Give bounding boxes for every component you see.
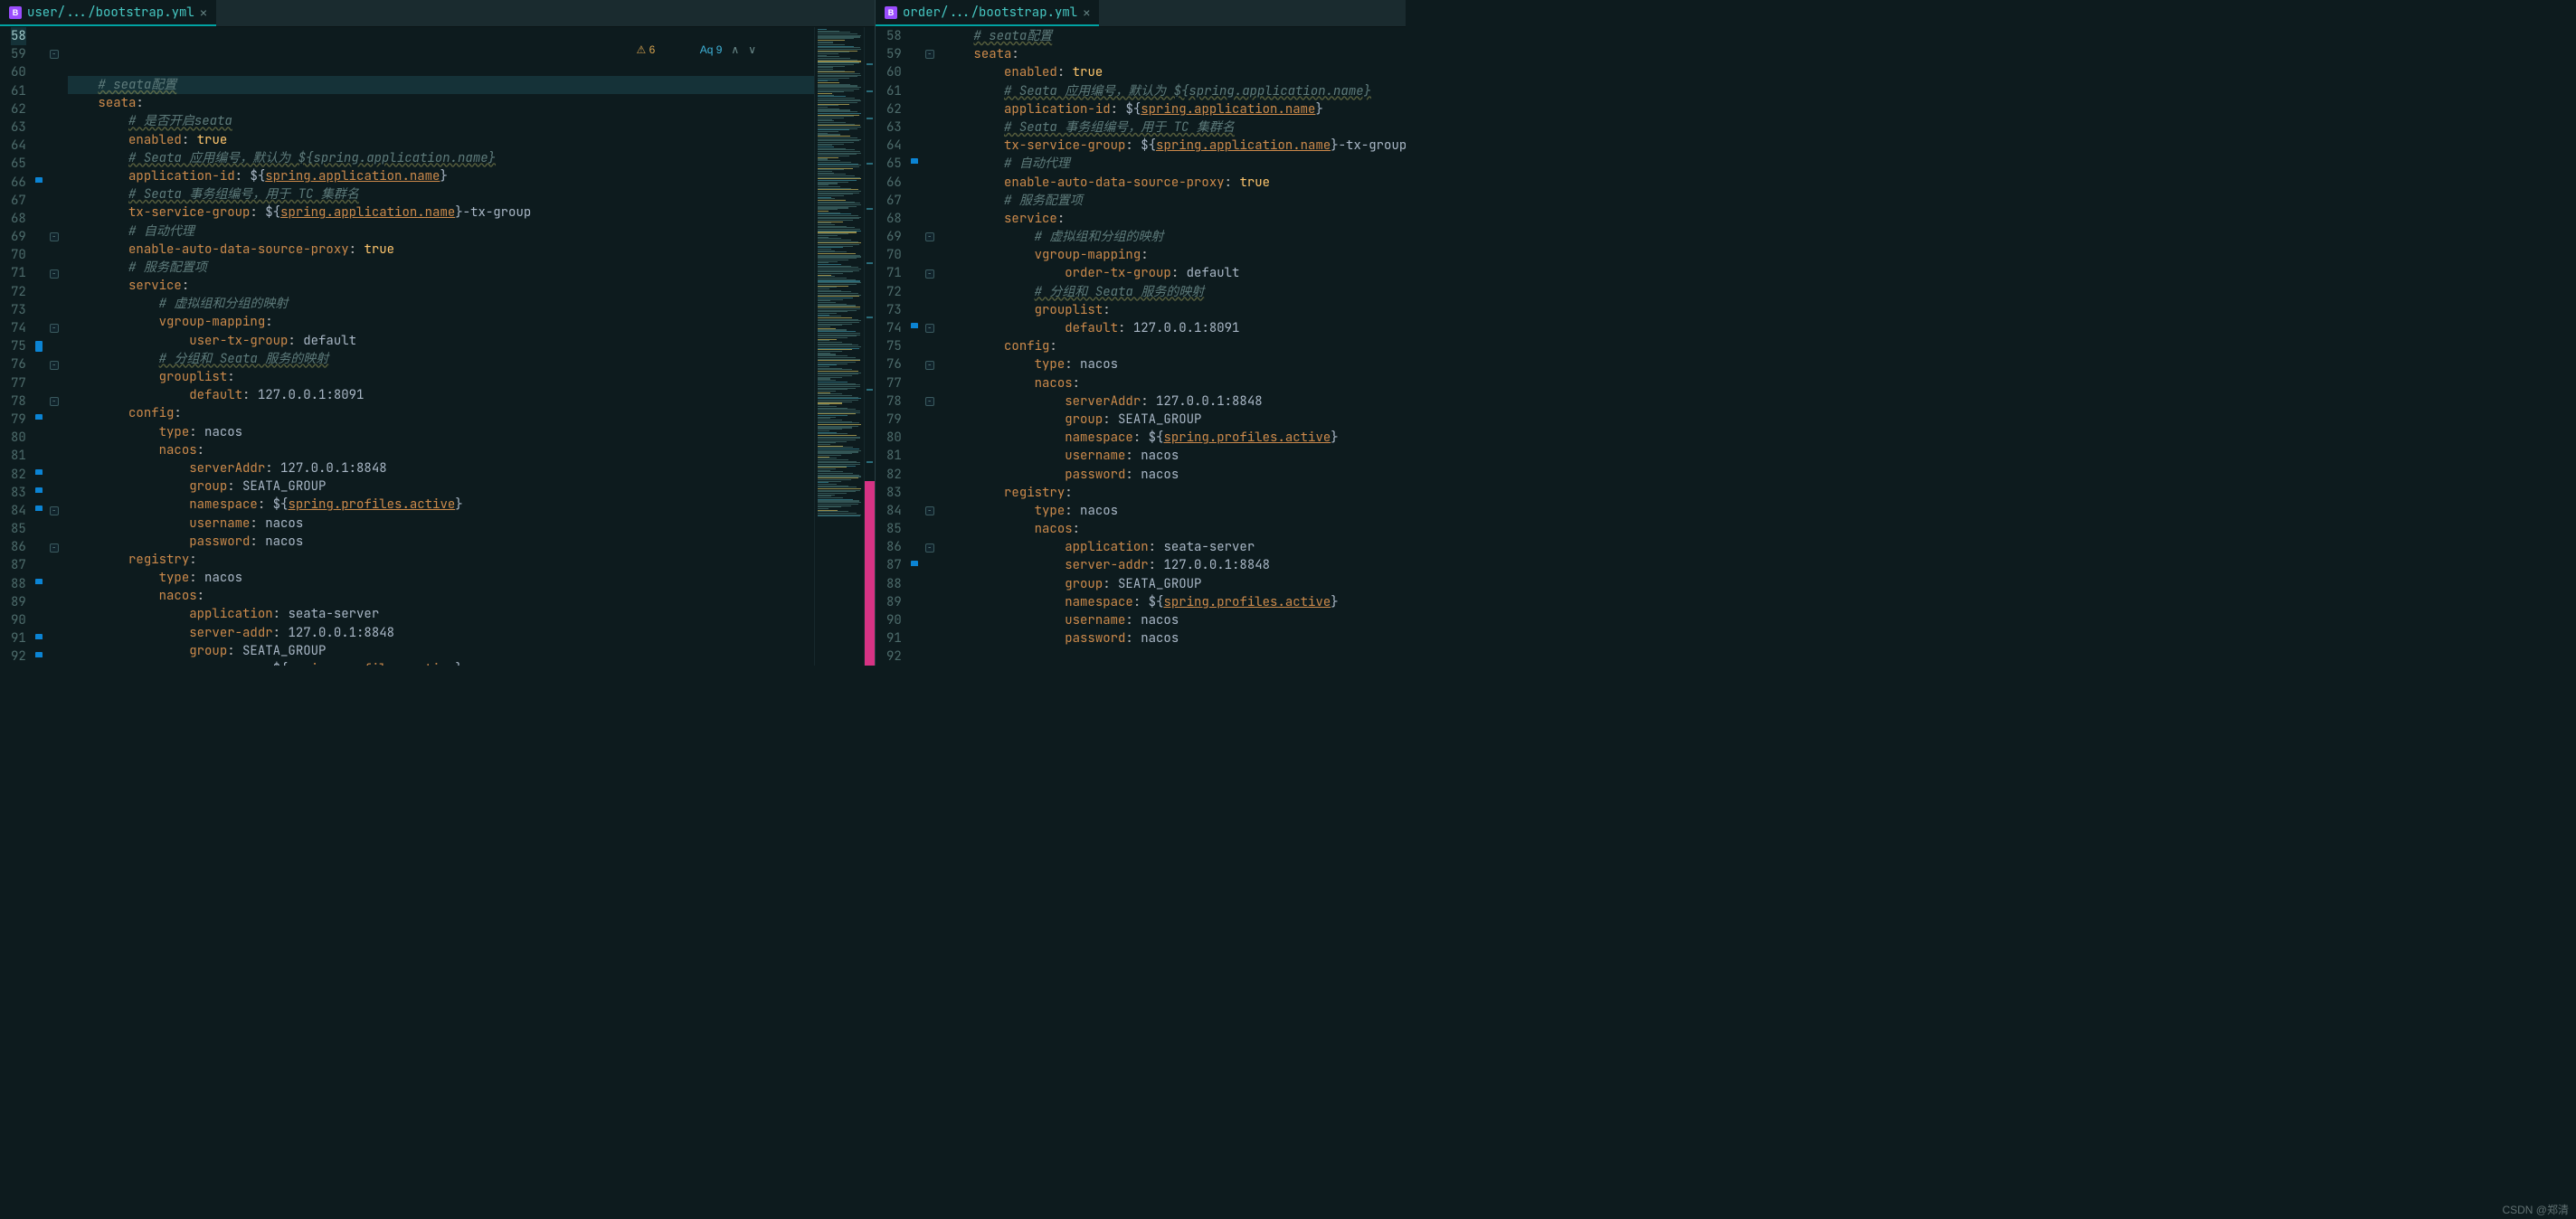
code-line[interactable]: nacos:	[943, 374, 1406, 392]
code-line[interactable]: tx-service-group: ${spring.application.n…	[943, 137, 1406, 155]
code-line[interactable]: username: nacos	[943, 447, 1406, 465]
code-line[interactable]: order-tx-group: default	[943, 264, 1406, 282]
fold-gutter: −−−−−−−−	[922, 27, 940, 666]
code-line[interactable]: password: nacos	[943, 466, 1406, 484]
code-line[interactable]: vgroup-mapping:	[943, 246, 1406, 264]
code-line[interactable]: server-addr: 127.0.0.1:8848	[68, 624, 814, 642]
close-icon[interactable]: ×	[200, 5, 207, 20]
left-tab-bar: B user/.../bootstrap.yml ×	[0, 0, 875, 27]
code-line[interactable]: type: nacos	[943, 502, 1406, 520]
code-line[interactable]: vgroup-mapping:	[68, 313, 814, 331]
code-line[interactable]: # seata配置	[943, 27, 1406, 45]
code-line[interactable]: # Seata 事务组编号，用于 TC 集群名	[943, 118, 1406, 137]
right-editor-area[interactable]: 5859606162636465666768697071727374757677…	[876, 27, 1406, 666]
code-line[interactable]: # 服务配置项	[943, 192, 1406, 210]
code-line[interactable]: tx-service-group: ${spring.application.n…	[68, 203, 814, 222]
fold-gutter: −−−−−−−−	[46, 27, 64, 666]
code-line[interactable]: user-tx-group: default	[68, 332, 814, 350]
code-line[interactable]: registry:	[943, 484, 1406, 502]
yaml-file-icon: B	[885, 6, 897, 19]
code-line[interactable]: registry:	[68, 551, 814, 569]
code-line[interactable]: default: 127.0.0.1:8091	[68, 386, 814, 404]
code-line[interactable]: # Seata 事务组编号，用于 TC 集群名	[68, 185, 814, 203]
code-line[interactable]: service:	[943, 210, 1406, 228]
warning-icon: ⚠ 6	[601, 31, 656, 69]
code-line[interactable]: grouplist:	[943, 301, 1406, 319]
code-line[interactable]: namespace: ${spring.profiles.active}	[943, 593, 1406, 611]
code-line[interactable]: server-addr: 127.0.0.1:8848	[943, 556, 1406, 574]
code-line[interactable]: type: nacos	[943, 355, 1406, 373]
code-line[interactable]: group: SEATA_GROUP	[68, 642, 814, 660]
code-line[interactable]: password: nacos	[943, 629, 1406, 647]
code-line[interactable]: group: SEATA_GROUP	[68, 477, 814, 496]
code-body[interactable]: ⚠ 6 Aq 9 ∧ ∨ # seata配置 seata: # 是否开启seat…	[64, 27, 814, 666]
watermark: CSDN @郑清	[2502, 1202, 2569, 1217]
code-line[interactable]: # 虚拟组和分组的映射	[943, 228, 1406, 246]
right-editor-pane: B order/.../bootstrap.yml × 585960616263…	[876, 0, 1406, 666]
tab-label: user/.../bootstrap.yml	[27, 5, 194, 21]
code-line[interactable]: enable-auto-data-source-proxy: true	[68, 241, 814, 259]
code-line[interactable]: type: nacos	[68, 423, 814, 441]
code-line[interactable]: # 自动代理	[68, 222, 814, 241]
code-line[interactable]: namespace: ${spring.profiles.active}	[943, 429, 1406, 447]
code-line[interactable]: group: SEATA_GROUP	[943, 575, 1406, 593]
code-line[interactable]: namespace: ${spring.profiles.active}	[68, 496, 814, 514]
code-line[interactable]: seata:	[943, 45, 1406, 63]
code-line[interactable]	[943, 647, 1406, 666]
tab-label: order/.../bootstrap.yml	[903, 5, 1077, 21]
left-editor-pane: B user/.../bootstrap.yml × 5859606162636…	[0, 0, 876, 666]
code-line[interactable]: type: nacos	[68, 569, 814, 587]
code-line[interactable]: group: SEATA_GROUP	[943, 411, 1406, 429]
typo-icon: Aq 9	[664, 31, 722, 69]
code-line[interactable]: nacos:	[943, 520, 1406, 538]
code-line[interactable]: default: 127.0.0.1:8091	[943, 319, 1406, 337]
right-tab-bar: B order/.../bootstrap.yml ×	[876, 0, 1406, 27]
code-line[interactable]: serverAddr: 127.0.0.1:8848	[943, 392, 1406, 411]
code-line[interactable]: username: nacos	[943, 611, 1406, 629]
code-line[interactable]: password: nacos	[68, 533, 814, 551]
code-line[interactable]: config:	[943, 337, 1406, 355]
code-line[interactable]: application-id: ${spring.application.nam…	[68, 167, 814, 185]
minimap[interactable]	[814, 27, 864, 666]
code-line[interactable]: username: nacos	[68, 515, 814, 533]
code-line[interactable]: nacos:	[68, 587, 814, 605]
code-line[interactable]: grouplist:	[68, 368, 814, 386]
code-line[interactable]: enabled: true	[943, 63, 1406, 81]
left-editor-area[interactable]: 5859606162636465666768697071727374757677…	[0, 27, 875, 666]
code-line[interactable]: application: seata-server	[68, 605, 814, 623]
ide-split-editor: B user/.../bootstrap.yml × 5859606162636…	[0, 0, 1406, 666]
yaml-file-icon: B	[9, 6, 22, 19]
code-line[interactable]: serverAddr: 127.0.0.1:8848	[68, 459, 814, 477]
close-icon[interactable]: ×	[1083, 5, 1090, 20]
next-highlight-icon[interactable]: ∨	[748, 43, 756, 56]
code-line[interactable]: config:	[68, 404, 814, 422]
code-line[interactable]: enable-auto-data-source-proxy: true	[943, 174, 1406, 192]
code-line[interactable]: # 虚拟组和分组的映射	[68, 295, 814, 313]
line-number-gutter: 5859606162636465666768697071727374757677…	[876, 27, 909, 666]
tab-user-bootstrap[interactable]: B user/.../bootstrap.yml ×	[0, 0, 216, 26]
code-line[interactable]: # 服务配置项	[68, 259, 814, 277]
code-line[interactable]: # 分组和 Seata 服务的映射	[68, 350, 814, 368]
code-line[interactable]: # Seata 应用编号，默认为 ${spring.application.na…	[943, 82, 1406, 100]
tab-order-bootstrap[interactable]: B order/.../bootstrap.yml ×	[876, 0, 1099, 26]
line-number-gutter: 5859606162636465666768697071727374757677…	[0, 27, 33, 666]
error-stripe[interactable]	[864, 27, 875, 666]
code-line[interactable]: nacos:	[68, 441, 814, 459]
code-line[interactable]: application: seata-server	[943, 538, 1406, 556]
code-line[interactable]: # seata配置	[68, 76, 814, 94]
code-line[interactable]: application-id: ${spring.application.nam…	[943, 100, 1406, 118]
code-line[interactable]: # 分组和 Seata 服务的映射	[943, 283, 1406, 301]
code-line[interactable]: namespace: ${spring.profiles.active}	[68, 660, 814, 666]
code-line[interactable]: # Seata 应用编号，默认为 ${spring.application.na…	[68, 149, 814, 167]
code-line[interactable]: # 是否开启seata	[68, 112, 814, 130]
code-line[interactable]: enabled: true	[68, 131, 814, 149]
bookmark-gutter	[33, 27, 46, 666]
bookmark-gutter	[909, 27, 922, 666]
code-line[interactable]: service:	[68, 277, 814, 295]
code-body[interactable]: # seata配置 seata: enabled: true # Seata 应…	[940, 27, 1406, 666]
prev-highlight-icon[interactable]: ∧	[731, 43, 739, 56]
code-line[interactable]: seata:	[68, 94, 814, 112]
code-line[interactable]: # 自动代理	[943, 155, 1406, 173]
inspection-widget[interactable]: ⚠ 6 Aq 9 ∧ ∨	[601, 31, 756, 69]
